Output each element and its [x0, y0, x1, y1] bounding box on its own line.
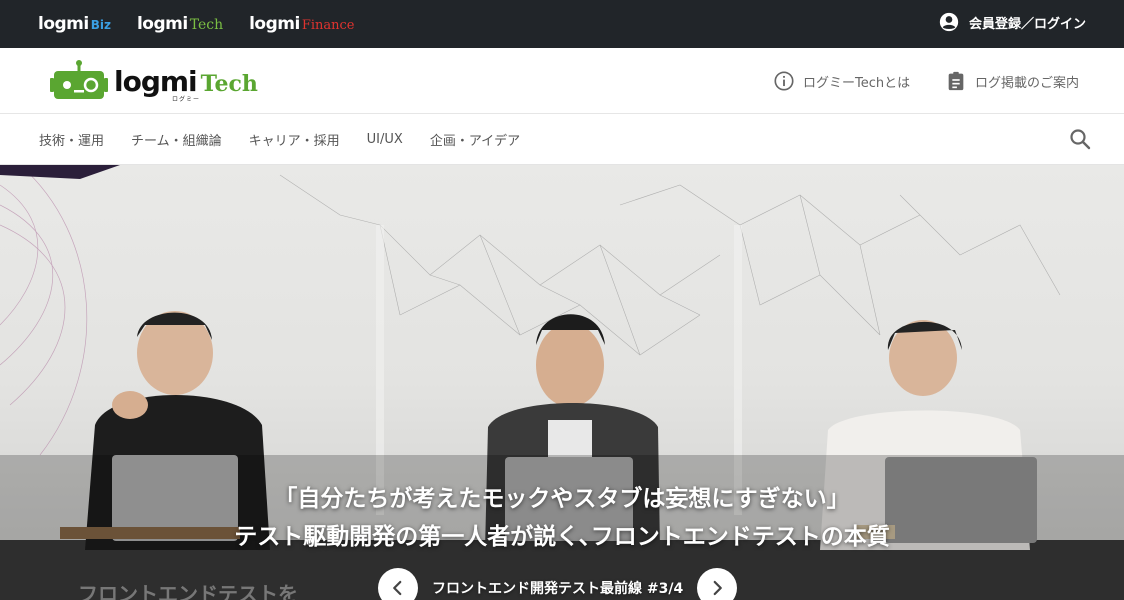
- series-navigator: フロントエンド開発テスト最前線 #3/4: [378, 568, 738, 600]
- clipboard-icon: [948, 71, 964, 91]
- brand-suffix: Biz: [90, 18, 111, 32]
- category-uiux[interactable]: UI/UX: [367, 132, 403, 147]
- logmi-tech-link[interactable]: logmi Tech: [137, 14, 223, 34]
- category-nav: 技術・運用 チーム・組織論 キャリア・採用 UI/UX 企画・アイデア: [0, 114, 1124, 165]
- category-planning[interactable]: 企画・アイデア: [430, 130, 520, 149]
- logo-kana: ログミー: [172, 96, 201, 103]
- robot-logo-icon: [50, 60, 108, 99]
- series-label[interactable]: フロントエンド開発テスト最前線 #3/4: [432, 578, 683, 598]
- login-label: 会員登録／ログイン: [968, 16, 1086, 32]
- logo-text: logmi Tech: [114, 65, 258, 98]
- site-header: logmi Tech ログミー ログミーTechとは ログ掲載のご案内: [0, 48, 1124, 114]
- brand-suffix: Tech: [189, 17, 224, 33]
- title-line-1: 「自分たちが考えたモックやスタブは妄想にすぎない」: [274, 486, 850, 512]
- next-article-button[interactable]: [697, 568, 738, 600]
- info-icon: [774, 71, 794, 91]
- logmi-finance-link[interactable]: logmi Finance: [249, 14, 354, 34]
- login-button[interactable]: 会員登録／ログイン: [939, 12, 1086, 32]
- search-icon[interactable]: [1068, 127, 1092, 151]
- site-logo[interactable]: logmi Tech ログミー: [50, 60, 258, 103]
- chevron-right-icon: [713, 580, 723, 596]
- previous-article-button[interactable]: [378, 568, 418, 600]
- brand-word: logmi: [249, 14, 300, 34]
- brand-word: logmi: [38, 14, 89, 34]
- logo-suffix: Tech: [200, 70, 258, 97]
- about-label: ログミーTechとは: [803, 75, 911, 91]
- hero-banner[interactable]: フロントエンドテストを 「自分たちが考えたモックやスタブは妄想にすぎない」 テス…: [0, 165, 1124, 600]
- category-career[interactable]: キャリア・採用: [249, 130, 340, 149]
- title-line-2: テスト駆動開発の第一人者が説く､フロントエンドテストの本質: [234, 524, 890, 550]
- logmi-biz-link[interactable]: logmi Biz: [38, 14, 111, 34]
- category-tech-ops[interactable]: 技術・運用: [39, 130, 104, 149]
- article-title[interactable]: 「自分たちが考えたモックやスタブは妄想にすぎない」 テスト駆動開発の第一人者が説…: [0, 480, 1124, 556]
- logo-word: logmi: [114, 64, 198, 98]
- advertise-link[interactable]: ログ掲載のご案内: [945, 70, 1079, 92]
- account-circle-icon: [939, 12, 959, 32]
- brand-word: logmi: [136, 14, 188, 34]
- brand-suffix: Finance: [301, 18, 355, 33]
- top-bar: logmi Biz logmi Tech logmi Finance 会員登録／…: [0, 0, 1124, 48]
- ghost-caption: フロントエンドテストを: [78, 582, 298, 600]
- category-team[interactable]: チーム・組織論: [131, 130, 222, 149]
- chevron-left-icon: [393, 580, 402, 596]
- advertise-label: ログ掲載のご案内: [975, 75, 1080, 91]
- about-link[interactable]: ログミーTechとは: [773, 70, 910, 92]
